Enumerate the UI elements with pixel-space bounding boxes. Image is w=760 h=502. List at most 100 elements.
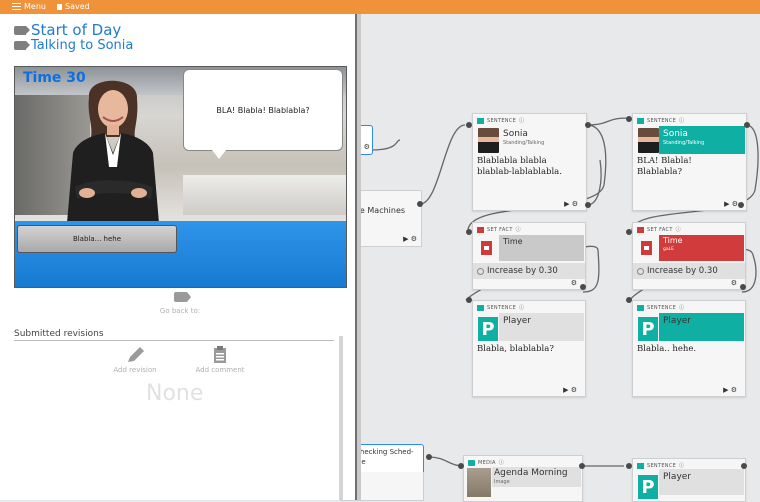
sentence-icon [477, 117, 484, 124]
choice-button[interactable]: Blabla... hehe [17, 225, 177, 253]
node-header: SET FACT ⓘ [477, 226, 521, 233]
node-controls[interactable]: ▶ ⚙ [563, 386, 577, 394]
output-pin[interactable] [741, 463, 747, 469]
tag-icon [14, 25, 30, 35]
canvas-scrollbar[interactable] [357, 14, 361, 500]
input-pin[interactable] [626, 463, 632, 469]
fact-name: Time [663, 236, 683, 245]
go-back-button[interactable]: Go back to: [150, 292, 210, 315]
fact-action: Increase by 0.30 [637, 266, 718, 276]
document-icon [641, 241, 652, 255]
sentence-node[interactable]: SENTENCE ⓘ Sonia Standing/Talking BLA! B… [632, 113, 747, 211]
input-pin[interactable] [466, 229, 472, 235]
node-header: SENTENCE ⓘ [637, 304, 684, 311]
page-title: Start of Day [14, 21, 121, 39]
output-pin[interactable] [580, 284, 586, 290]
fact-icon [477, 226, 484, 233]
character-name: Sonia [503, 129, 528, 139]
choices-area: Blabla... hehe [15, 221, 346, 287]
input-pin[interactable] [626, 229, 632, 235]
clipboard-icon [214, 346, 226, 363]
output-pin[interactable] [738, 202, 744, 208]
character-pose: Standing/Talking [663, 140, 705, 146]
media-thumbnail [467, 468, 491, 497]
pencil-icon [128, 347, 144, 362]
coffee-node-label: ee Machines [355, 206, 406, 215]
scene-preview: Time 30 BLA! Blabla! Blablabla? Blabla..… [14, 66, 347, 288]
input-pin[interactable] [626, 116, 632, 122]
tag-icon [14, 41, 30, 50]
player-avatar: P [638, 475, 658, 499]
page-subtitle: Talking to Sonia [14, 38, 133, 53]
node-controls[interactable]: ▶ ⚙ [403, 235, 417, 243]
sentence-node[interactable]: SENTENCE ⓘ Sonia Standing/Talking Blabla… [472, 113, 587, 211]
output-pin[interactable] [417, 201, 423, 207]
output-pin[interactable] [585, 122, 591, 128]
increase-icon [637, 267, 644, 275]
player-sentence-node[interactable]: SENTENCE ⓘ P Player Blabla, blablabla? ▶… [472, 300, 586, 397]
sonia-character [67, 80, 159, 223]
scene-counter [183, 175, 346, 215]
sonia-avatar [478, 128, 499, 153]
node-header: MEDIA ⓘ [468, 459, 504, 466]
node-header: SENTENCE ⓘ [477, 304, 524, 311]
revisions-heading: Submitted revisions [14, 329, 334, 341]
set-fact-node[interactable]: SET FACT ⓘ Time Increase by 0.30 ⚙ [472, 222, 586, 290]
media-node[interactable]: MEDIA ⓘ Agenda Morning Image [463, 455, 583, 502]
fact-name: Time [503, 237, 523, 246]
input-pin[interactable] [466, 297, 472, 303]
empty-revisions-text: None [146, 381, 204, 406]
output-pin[interactable] [744, 122, 750, 128]
document-icon [481, 241, 492, 255]
player-sentence-node[interactable]: SENTENCE ⓘ P Player [632, 458, 746, 502]
character-pose: Standing/Talking [503, 140, 545, 146]
sentence-text: Blabla, blablabla? [477, 344, 554, 354]
node-header: SENTENCE ⓘ [477, 117, 524, 124]
increase-icon [477, 267, 484, 275]
sentence-icon [477, 304, 484, 311]
sentence-text: BLA! Blabla! Blablabla? [637, 156, 692, 177]
sentence-text: Blablabla blabla blablab-lablablabla. [477, 156, 562, 177]
node-header: SENTENCE ⓘ [637, 117, 684, 124]
character-name: Sonia [663, 129, 688, 139]
node-controls[interactable]: ▶ ⚙ [564, 200, 578, 208]
output-pin[interactable] [426, 454, 432, 460]
add-revision-button[interactable]: Add revision [100, 346, 170, 374]
node-header: SENTENCE ⓘ [637, 462, 684, 469]
media-icon [468, 459, 475, 466]
node-controls[interactable]: ▶ ⚙ [724, 200, 738, 208]
character-name: Player [503, 316, 532, 326]
input-pin[interactable] [466, 122, 472, 128]
node-controls[interactable]: ▶ ⚙ [723, 386, 737, 394]
output-pin[interactable] [740, 284, 746, 290]
input-pin[interactable] [626, 297, 632, 303]
sentence-icon [637, 462, 644, 469]
sentence-icon [637, 117, 644, 124]
media-name: Agenda Morning [494, 468, 568, 478]
node-controls[interactable]: ⚙ [571, 279, 577, 287]
node-controls[interactable]: ⚙ [731, 279, 737, 287]
timer-display: Time 30 [23, 70, 86, 86]
add-comment-button[interactable]: Add comment [185, 346, 255, 374]
media-type: Image [494, 479, 510, 485]
tag-icon [173, 292, 191, 302]
character-name: Player [663, 472, 692, 482]
input-pin[interactable] [458, 463, 464, 469]
go-back-label: Go back to: [159, 307, 201, 315]
set-fact-node[interactable]: SET FACT ⓘ Time gaLE Increase by 0.30 ⚙ [632, 222, 746, 290]
player-sentence-node[interactable]: SENTENCE ⓘ P Player Blabla.. hehe. ▶ ⚙ [632, 300, 746, 397]
sentence-text: Blabla.. hehe. [637, 344, 697, 354]
output-pin[interactable] [579, 463, 585, 469]
player-avatar: P [638, 317, 658, 341]
fact-icon [637, 226, 644, 233]
output-pin[interactable] [585, 202, 591, 208]
preview-panel: Start of Day Talking to Sonia Time 30 BL… [0, 14, 357, 500]
speech-bubble: BLA! Blabla! Blablabla? [183, 69, 343, 159]
sonia-avatar [638, 128, 659, 153]
fact-subtitle: gaLE [663, 247, 674, 252]
character-name: Player [663, 316, 692, 326]
panel-scrollbar[interactable] [339, 336, 343, 500]
checking-node-label: Checking Sched- ule [355, 448, 414, 466]
fact-action: Increase by 0.30 [477, 266, 558, 276]
player-avatar: P [478, 317, 498, 341]
